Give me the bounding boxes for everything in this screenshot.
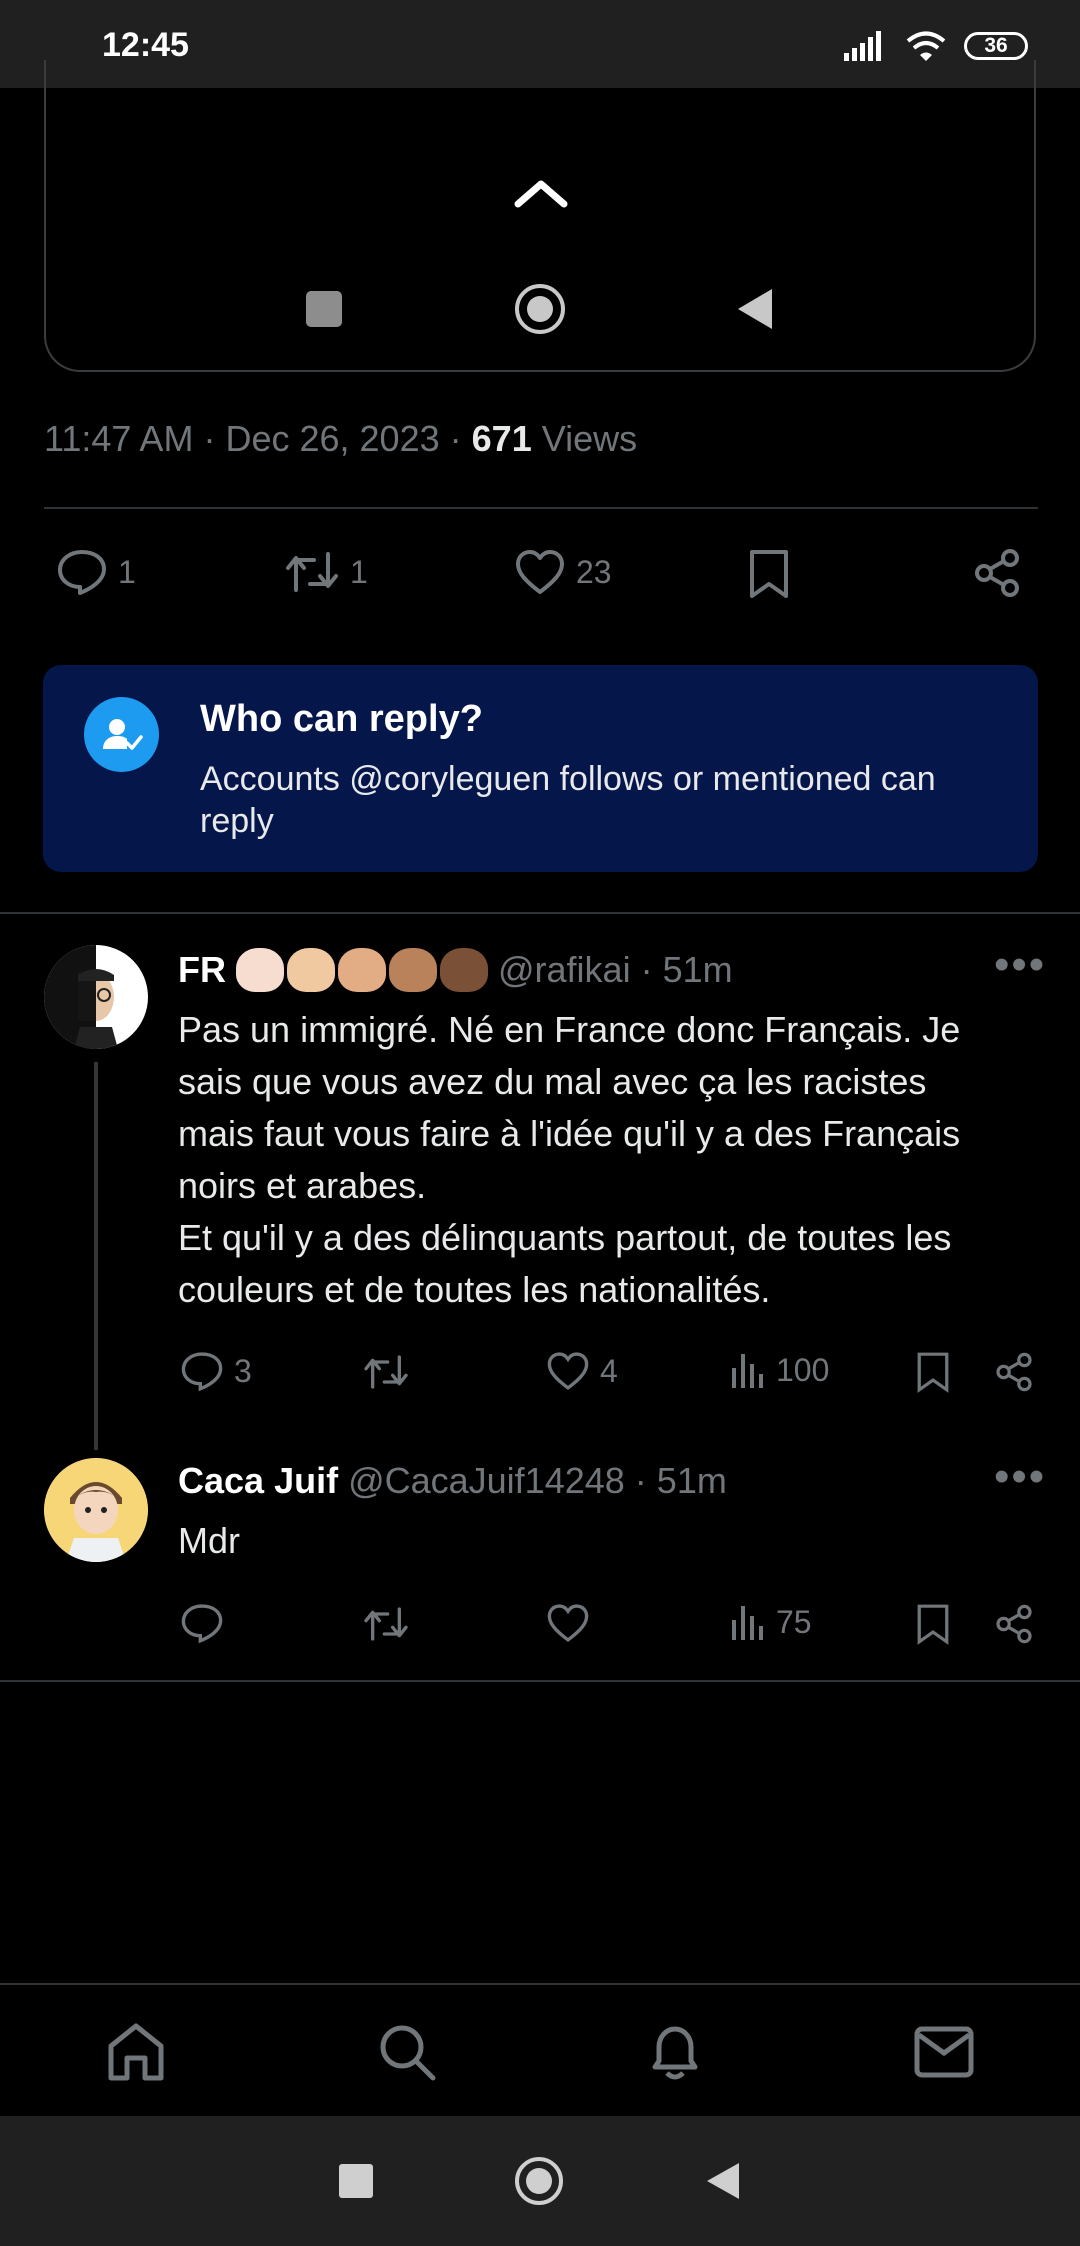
tweet-date: Dec 26, 2023 xyxy=(225,418,440,459)
avatar[interactable] xyxy=(44,945,148,1049)
like-count: 23 xyxy=(576,553,612,590)
author-handle[interactable]: @rafikai xyxy=(498,949,631,991)
back-triangle-icon xyxy=(736,287,774,331)
home-icon[interactable] xyxy=(105,2022,167,2082)
bookmark-button[interactable] xyxy=(748,548,790,600)
reply-header: FR @rafikai · 51m xyxy=(178,948,733,992)
fist-emoji xyxy=(338,948,386,992)
reply-icon xyxy=(56,548,108,596)
tweet-time: 11:47 AM xyxy=(44,418,194,459)
like-button[interactable] xyxy=(546,1602,590,1644)
reply-icon xyxy=(180,1350,224,1392)
signal-icon xyxy=(844,31,888,61)
fist-emoji xyxy=(287,948,335,992)
divider xyxy=(44,507,1038,509)
views-button[interactable]: 100 xyxy=(730,1350,829,1390)
reply-button[interactable]: 3 xyxy=(180,1350,252,1392)
more-button[interactable]: ••• xyxy=(994,940,1046,990)
circle-icon xyxy=(513,282,567,336)
reply-time: 51m xyxy=(662,949,733,990)
square-icon[interactable] xyxy=(339,2164,373,2198)
bookmark-button[interactable] xyxy=(916,1602,950,1646)
reply-button[interactable]: 1 xyxy=(56,548,136,596)
more-button[interactable]: ••• xyxy=(994,1452,1046,1502)
more-icon: ••• xyxy=(994,1452,1047,1501)
fist-emoji xyxy=(389,948,437,992)
views-label[interactable]: Views xyxy=(542,418,637,459)
author-handle[interactable]: @CacaJuif14248 xyxy=(348,1460,625,1502)
share-icon xyxy=(994,1352,1034,1392)
search-icon[interactable] xyxy=(377,2022,437,2082)
heart-icon xyxy=(514,548,566,596)
avatar[interactable] xyxy=(44,1458,148,1562)
retweet-icon xyxy=(362,1604,410,1644)
share-button[interactable] xyxy=(972,548,1022,598)
divider xyxy=(0,912,1080,914)
reply-header: Caca Juif @CacaJuif14248 · 51m xyxy=(178,1460,727,1502)
who-can-reply-title: Who can reply? xyxy=(200,698,483,740)
more-icon: ••• xyxy=(994,940,1047,989)
tweet-meta: 11:47 AM · Dec 26, 2023 · 671 Views xyxy=(44,418,638,459)
retweet-icon xyxy=(284,548,340,596)
system-nav-bar xyxy=(0,2116,1080,2246)
status-icons: 36 xyxy=(844,28,1028,64)
heart-icon xyxy=(546,1350,590,1392)
retweet-button[interactable] xyxy=(362,1604,410,1644)
wifi-icon xyxy=(906,30,946,62)
author-name[interactable]: FR xyxy=(178,949,226,991)
fist-emoji xyxy=(236,948,284,992)
bookmark-icon xyxy=(916,1602,950,1646)
heart-icon xyxy=(546,1602,590,1644)
thread-line xyxy=(94,1062,98,1450)
bookmark-icon xyxy=(748,548,790,600)
reply-text: Mdr xyxy=(178,1520,240,1561)
reply-button[interactable] xyxy=(180,1602,224,1644)
battery-icon: 36 xyxy=(964,32,1028,60)
share-button[interactable] xyxy=(994,1352,1034,1392)
fist-emojis xyxy=(236,948,488,992)
square-icon xyxy=(306,291,342,327)
reply-text: Pas un immigré. Né en France donc França… xyxy=(178,1009,961,1310)
views-icon xyxy=(730,1602,766,1642)
views-button[interactable]: 75 xyxy=(730,1602,812,1642)
back-triangle-icon[interactable] xyxy=(705,2161,741,2201)
mail-icon[interactable] xyxy=(913,2025,975,2079)
share-button[interactable] xyxy=(994,1604,1034,1644)
who-can-reply-text: Accounts @coryleguen follows or mentione… xyxy=(200,760,936,840)
share-icon xyxy=(994,1604,1034,1644)
retweet-icon xyxy=(362,1352,410,1392)
retweet-count: 1 xyxy=(350,553,368,590)
views-icon xyxy=(730,1350,766,1390)
reply-time: 51m xyxy=(656,1460,727,1501)
bottom-tab-bar xyxy=(0,1983,1080,2118)
bell-icon[interactable] xyxy=(647,2021,703,2083)
like-button[interactable]: 4 xyxy=(546,1350,618,1392)
reply-count: 1 xyxy=(118,553,136,590)
reply-icon xyxy=(180,1602,224,1644)
share-icon xyxy=(972,548,1022,598)
fist-emoji xyxy=(440,948,488,992)
views-count: 671 xyxy=(471,418,532,459)
chevron-up-icon xyxy=(514,178,568,208)
divider xyxy=(0,1680,1080,1682)
retweet-button[interactable] xyxy=(362,1352,410,1392)
bookmark-button[interactable] xyxy=(916,1350,950,1394)
circle-icon[interactable] xyxy=(513,2155,565,2207)
retweet-button[interactable]: 1 xyxy=(284,548,368,596)
like-button[interactable]: 23 xyxy=(514,548,612,596)
person-check-icon xyxy=(84,697,159,772)
author-name[interactable]: Caca Juif xyxy=(178,1460,338,1502)
bookmark-icon xyxy=(916,1350,950,1394)
